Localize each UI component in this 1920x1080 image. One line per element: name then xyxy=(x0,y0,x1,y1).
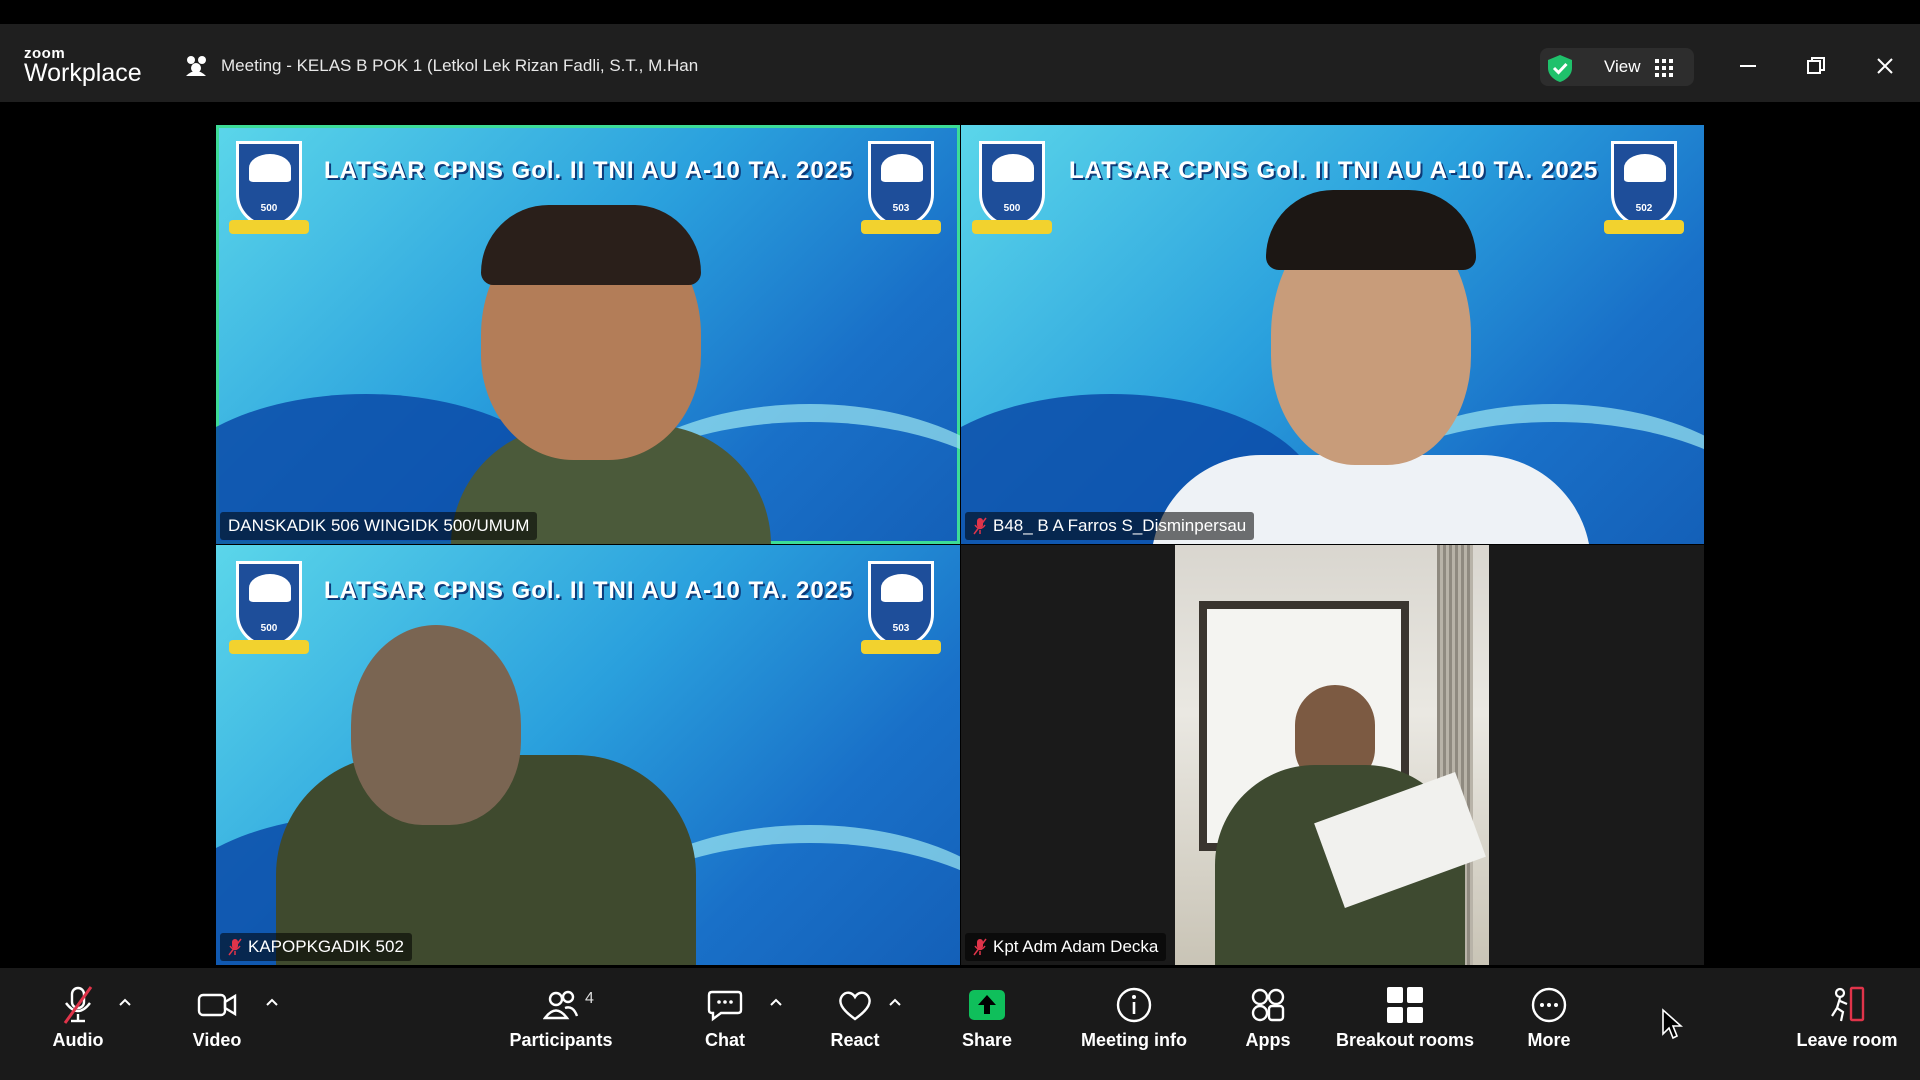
audio-button[interactable]: Audio xyxy=(48,980,108,1070)
emblem-logo-right: 503 xyxy=(861,561,941,654)
participants-icon xyxy=(543,990,579,1020)
more-label[interactable]: More xyxy=(1527,1030,1570,1051)
participant-nameplate: B48_ B A Farros S_Disminpersau xyxy=(965,512,1255,540)
participant-name: KAPOPKGADIK 502 xyxy=(248,937,404,956)
participants-button[interactable]: Participants xyxy=(508,980,614,1070)
participant-name: DANSKADIK 506 WINGIDK 500/UMUM xyxy=(228,516,530,535)
chat-label[interactable]: Chat xyxy=(705,1030,745,1051)
video-button[interactable]: Video xyxy=(187,980,247,1070)
breakout-rooms-label[interactable]: Breakout rooms xyxy=(1336,1030,1474,1051)
participant-hair xyxy=(481,205,701,285)
close-icon[interactable] xyxy=(1870,51,1900,81)
meeting-info-button[interactable]: Meeting info xyxy=(1078,980,1190,1070)
share-label[interactable]: Share xyxy=(962,1030,1012,1051)
emblem-logo-left: 500 xyxy=(972,141,1052,234)
video-tile-kapopkgadik[interactable]: 500 LATSAR CPNS Gol. II TNI AU A-10 TA. … xyxy=(216,545,960,965)
meeting-toolbar xyxy=(0,968,1920,1080)
restore-icon[interactable] xyxy=(1801,51,1831,81)
breakout-rooms-icon xyxy=(1387,987,1423,1023)
apps-label[interactable]: Apps xyxy=(1246,1030,1291,1051)
meeting-title: Meeting - KELAS B POK 1 (Letkol Lek Riza… xyxy=(221,56,699,75)
video-options-chevron-icon[interactable] xyxy=(264,996,280,1008)
minimize-icon[interactable] xyxy=(1733,51,1763,81)
video-tile-farros[interactable]: 500 LATSAR CPNS Gol. II TNI AU A-10 TA. … xyxy=(961,125,1704,544)
react-button[interactable]: React xyxy=(827,980,883,1070)
audio-options-chevron-icon[interactable] xyxy=(117,996,133,1008)
video-label[interactable]: Video xyxy=(193,1030,242,1051)
grid-view-icon[interactable] xyxy=(1655,59,1673,77)
chat-options-chevron-icon[interactable] xyxy=(768,996,784,1008)
participant-head xyxy=(351,625,521,825)
participant-name: Kpt Adm Adam Decka xyxy=(993,937,1159,956)
muted-mic-icon xyxy=(973,517,987,535)
apps-button[interactable]: Apps xyxy=(1245,980,1291,1070)
participant-nameplate: KAPOPKGADIK 502 xyxy=(220,933,412,961)
top-strip xyxy=(0,0,1920,24)
mouse-cursor-icon xyxy=(1662,1008,1683,1040)
video-tile-danskadik[interactable]: 500 LATSAR CPNS Gol. II TNI AU A-10 TA. … xyxy=(216,125,960,544)
info-icon xyxy=(1116,987,1152,1023)
audio-label[interactable]: Audio xyxy=(53,1030,104,1051)
meeting-info-label[interactable]: Meeting info xyxy=(1081,1030,1187,1051)
participants-group-icon xyxy=(186,56,206,76)
more-button[interactable]: More xyxy=(1526,980,1572,1070)
video-background-banner: LATSAR CPNS Gol. II TNI AU A-10 TA. 2025 xyxy=(1069,157,1599,184)
video-background-banner: LATSAR CPNS Gol. II TNI AU A-10 TA. 2025 xyxy=(324,157,854,184)
react-options-chevron-icon[interactable] xyxy=(887,996,903,1008)
leave-room-icon xyxy=(1831,986,1865,1022)
participants-count: 4 xyxy=(585,990,594,1007)
view-button-label[interactable]: View xyxy=(1604,57,1641,77)
participant-hair xyxy=(1266,190,1476,270)
emblem-logo-left: 500 xyxy=(229,561,309,654)
breakout-rooms-button[interactable]: Breakout rooms xyxy=(1336,980,1474,1070)
video-background-banner: LATSAR CPNS Gol. II TNI AU A-10 TA. 2025 xyxy=(324,577,854,604)
emblem-logo-left: 500 xyxy=(229,141,309,234)
emblem-logo-right: 502 xyxy=(1604,141,1684,234)
portrait-video-feed xyxy=(1175,545,1489,965)
muted-mic-icon xyxy=(228,938,242,956)
chat-button[interactable]: Chat xyxy=(700,980,750,1070)
leave-room-button[interactable]: Leave room xyxy=(1796,980,1898,1070)
video-camera-icon xyxy=(197,993,237,1017)
share-button[interactable]: Share xyxy=(961,980,1013,1070)
react-label[interactable]: React xyxy=(830,1030,879,1051)
participants-label[interactable]: Participants xyxy=(509,1030,612,1051)
encryption-shield-icon[interactable] xyxy=(1545,53,1575,83)
participant-nameplate: DANSKADIK 506 WINGIDK 500/UMUM xyxy=(220,512,538,540)
logo-workplace-text: Workplace xyxy=(24,59,142,87)
share-screen-icon xyxy=(969,990,1005,1020)
emblem-logo-right: 503 xyxy=(861,141,941,234)
heart-react-icon xyxy=(839,991,871,1021)
apps-icon xyxy=(1251,988,1285,1022)
more-ellipsis-icon xyxy=(1531,987,1567,1023)
leave-room-label[interactable]: Leave room xyxy=(1796,1030,1897,1051)
muted-mic-icon xyxy=(973,938,987,956)
participant-name: B48_ B A Farros S_Disminpersau xyxy=(993,516,1247,535)
participant-nameplate: Kpt Adm Adam Decka xyxy=(965,933,1167,961)
microphone-muted-icon xyxy=(63,986,93,1024)
zoom-workplace-logo: zoom Workplace xyxy=(24,46,142,86)
chat-bubble-icon xyxy=(707,990,743,1022)
